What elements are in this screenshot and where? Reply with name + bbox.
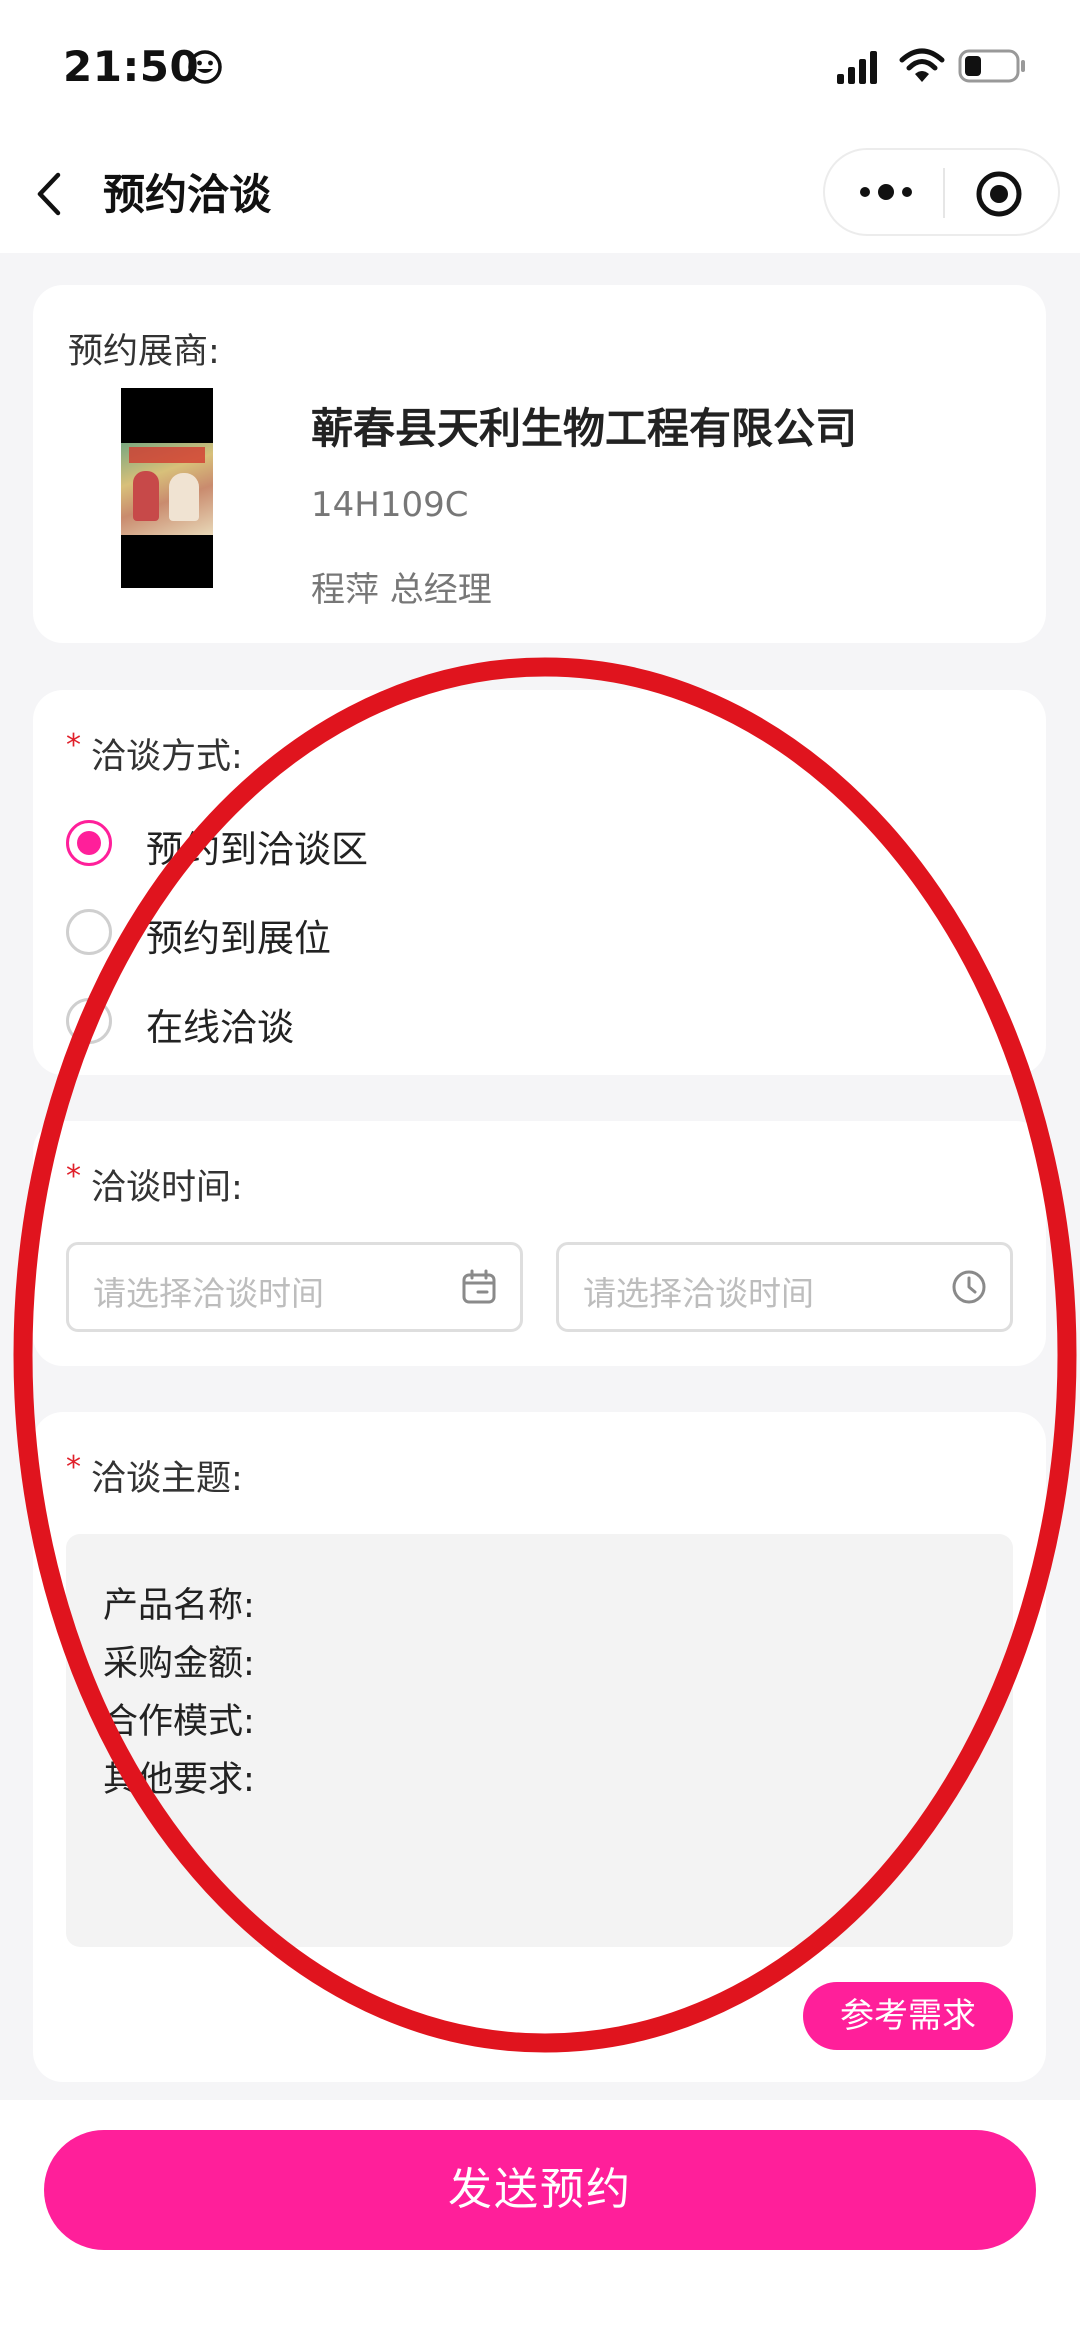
- mini-program-capsule: [823, 148, 1060, 236]
- subject-label: 洽谈主题:: [91, 1459, 243, 1499]
- radio-option-negotiation-area[interactable]: 预约到洽谈区: [66, 815, 566, 875]
- clock-icon: [952, 1270, 986, 1304]
- subject-textarea[interactable]: 产品名称: 采购金额: 合作模式: 其他要求:: [66, 1534, 1013, 1947]
- signal-icon: [837, 51, 877, 84]
- date-placeholder: 请选择洽谈时间: [93, 1274, 324, 1313]
- nav-bar: 预约洽谈: [0, 135, 1080, 253]
- time-card: * 洽谈时间: 请选择洽谈时间 请选择洽谈时间: [33, 1121, 1046, 1366]
- date-picker[interactable]: 请选择洽谈时间: [66, 1242, 523, 1332]
- status-time: 21:50: [63, 42, 200, 91]
- radio-option-online[interactable]: 在线洽谈: [66, 993, 566, 1053]
- contact-person: 程萍 总经理: [311, 570, 492, 610]
- textarea-line: 产品名称:: [103, 1586, 255, 1626]
- required-mark: *: [66, 728, 81, 763]
- radio-button[interactable]: [66, 820, 112, 866]
- radio-label: 预约到展位: [146, 917, 331, 960]
- time-placeholder: 请选择洽谈时间: [583, 1274, 814, 1313]
- method-label: 洽谈方式:: [91, 737, 243, 777]
- radio-label: 在线洽谈: [146, 1006, 294, 1049]
- more-icon[interactable]: [855, 174, 917, 210]
- reference-requirements-button[interactable]: 参考需求: [803, 1982, 1013, 2050]
- page-title: 预约洽谈: [103, 170, 272, 219]
- time-label: 洽谈时间:: [91, 1168, 243, 1208]
- exhibitor-card: 预约展商: 蕲春县天利生物工程有限公司 14H109C 程萍 总经理: [33, 285, 1046, 643]
- time-picker[interactable]: 请选择洽谈时间: [556, 1242, 1013, 1332]
- radio-label: 预约到洽谈区: [146, 828, 368, 871]
- battery-icon: [958, 49, 1025, 83]
- back-icon[interactable]: [30, 165, 68, 223]
- bottom-bar: 发送预约: [0, 2100, 1080, 2337]
- required-mark: *: [66, 1450, 81, 1485]
- required-mark: *: [66, 1159, 81, 1194]
- textarea-line: 采购金额:: [103, 1644, 255, 1684]
- target-icon[interactable]: [975, 170, 1023, 218]
- radio-button[interactable]: [66, 909, 112, 955]
- radio-button[interactable]: [66, 998, 112, 1044]
- textarea-line: 其他要求:: [103, 1760, 255, 1800]
- booth-code: 14H109C: [311, 485, 469, 525]
- capsule-divider: [943, 168, 945, 218]
- subject-card: * 洽谈主题: 产品名称: 采购金额: 合作模式: 其他要求: 参考需求: [33, 1412, 1046, 2082]
- wifi-icon: [899, 48, 945, 82]
- status-bar: 21:50: [0, 0, 1080, 135]
- send-appointment-button[interactable]: 发送预约: [44, 2130, 1036, 2250]
- company-name: 蕲春县天利生物工程有限公司: [311, 404, 858, 453]
- method-card: * 洽谈方式: 预约到洽谈区 预约到展位 在线洽谈: [33, 690, 1046, 1075]
- exhibitor-label: 预约展商:: [68, 332, 220, 372]
- textarea-line: 合作模式:: [103, 1702, 255, 1742]
- smile-icon: [188, 50, 222, 84]
- exhibitor-photo: [121, 388, 213, 588]
- radio-option-booth[interactable]: 预约到展位: [66, 904, 566, 964]
- calendar-icon: [462, 1269, 496, 1304]
